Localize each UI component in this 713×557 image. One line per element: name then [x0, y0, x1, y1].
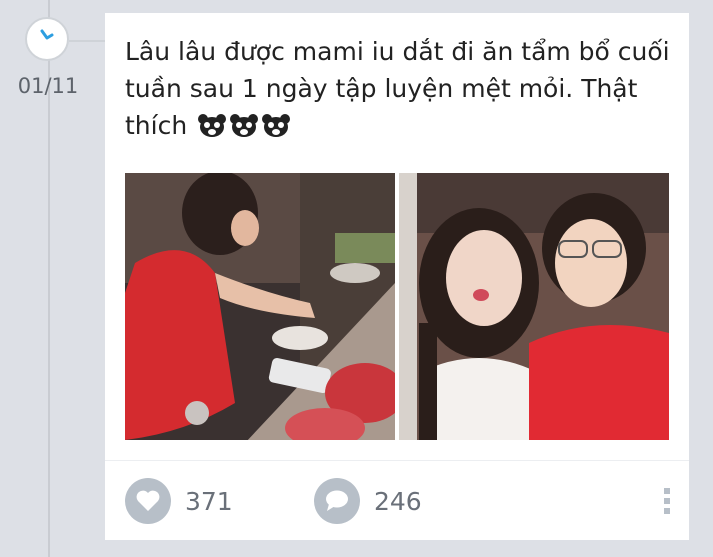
like-count: 371 [185, 486, 233, 516]
speech-bubble-icon [314, 478, 360, 524]
post-date: 01/11 [17, 74, 79, 98]
timeline-connector [69, 40, 105, 42]
bear-sticker-icon [197, 111, 227, 148]
bear-sticker-icon [261, 111, 291, 148]
post-photo-2[interactable] [399, 173, 669, 440]
like-button[interactable]: 371 [125, 478, 233, 524]
clock-icon [25, 17, 69, 61]
comment-count: 246 [374, 486, 422, 516]
heart-icon [125, 478, 171, 524]
post-card: Lâu lâu được mami iu dắt đi ăn tẩm bổ cu… [105, 13, 689, 540]
comment-button[interactable]: 246 [314, 478, 422, 524]
post-action-bar: 371 246 [105, 460, 689, 541]
more-vertical-icon[interactable] [663, 488, 671, 518]
bear-sticker-icon [229, 111, 259, 148]
post-photo-1[interactable] [125, 173, 395, 440]
post-body: Lâu lâu được mami iu dắt đi ăn tẩm bổ cu… [125, 33, 680, 148]
